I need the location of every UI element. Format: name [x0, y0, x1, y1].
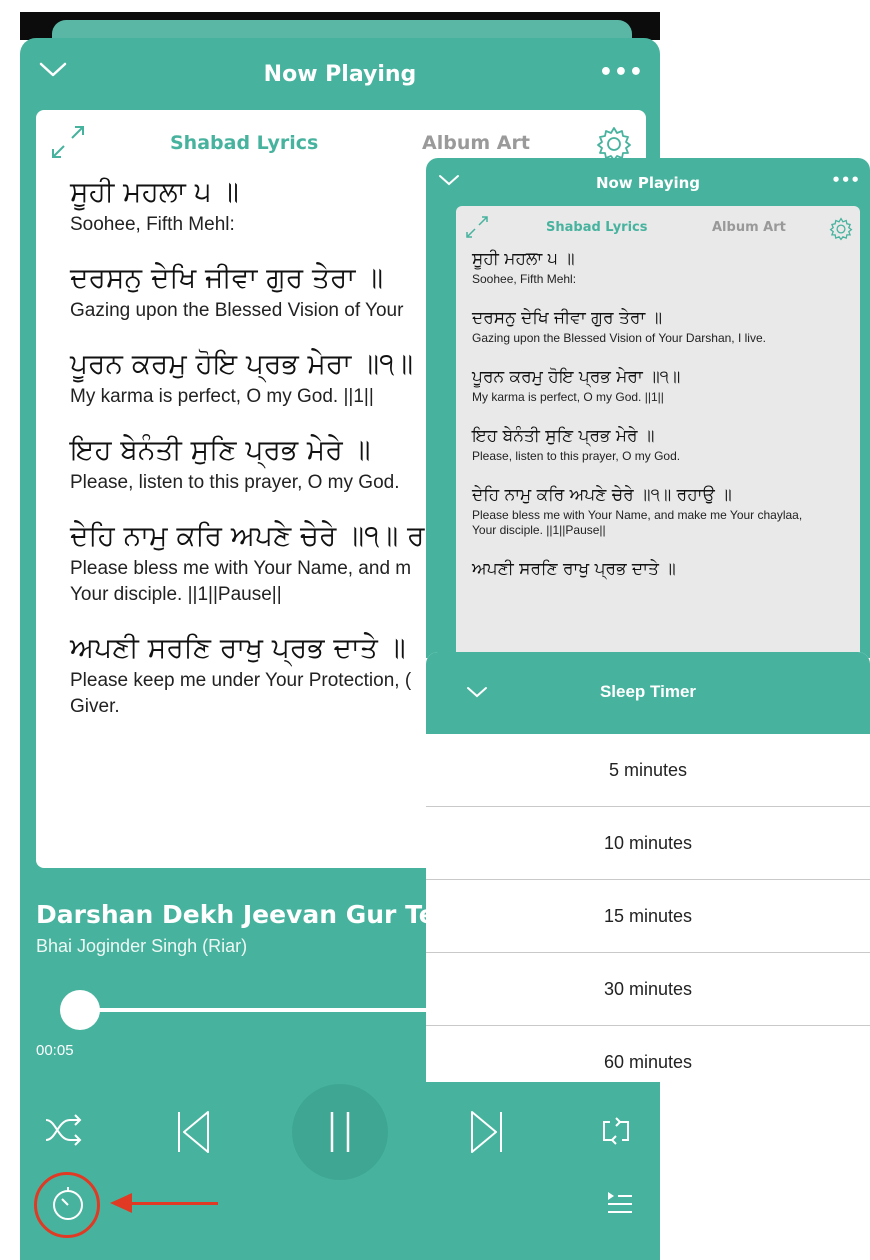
lyrics-card: Shabad Lyrics Album Art ਸੂਹੀ ਮਹਲਾ ੫ ॥ So… [456, 206, 860, 658]
lyrics-list: ਸੂਹੀ ਮਹਲਾ ੫ ॥ Soohee, Fifth Mehl: ਦਰਸਨੁ … [472, 246, 852, 582]
tab-shabad-lyrics[interactable]: Shabad Lyrics [170, 132, 318, 154]
page-title: Now Playing [263, 62, 417, 87]
sleep-option-5[interactable]: 5 minutes [426, 734, 870, 807]
arrow-icon [130, 1202, 218, 1205]
translation-line: Gazing upon the Blessed Vision of Your D… [472, 331, 766, 345]
gurmukhi-line: ਇਹ ਬੇਨੰਤੀ ਸੁਣਿ ਪ੍ਰਭ ਮੇਰੇ ॥ [472, 426, 655, 446]
page-title: Now Playing [595, 174, 701, 192]
tab-album-art[interactable]: Album Art [712, 220, 786, 235]
track-artist: Bhai Joginder Singh (Riar) [36, 936, 248, 956]
repeat-icon[interactable] [600, 1116, 632, 1150]
previous-icon[interactable] [176, 1110, 210, 1158]
expand-icon[interactable] [462, 212, 492, 246]
sleep-timer-options: 5 minutes 10 minutes 15 minutes 30 minut… [426, 734, 870, 1082]
expand-icon[interactable] [46, 120, 90, 168]
gurmukhi-line: ਦੇਹਿ ਨਾਮੁ ਕਰਿ ਅਪਣੇ ਚੇਰੇ ॥੧॥ ਰਹਾਉ ॥ [472, 485, 732, 505]
blank-area [660, 1082, 870, 1260]
gurmukhi-line: ਦਰਸਨੁ ਦੇਖਿ ਜੀਵਾ ਗੁਰ ਤੇਰਾ ॥ [472, 308, 663, 328]
translation-line: Soohee, Fifth Mehl: [472, 272, 577, 286]
translation-line: My karma is perfect, O my God. ||1|| [472, 390, 664, 404]
sleep-option-15[interactable]: 15 minutes [426, 880, 870, 953]
gurmukhi-line: ਸੂਹੀ ਮਹਲਾ ੫ ॥ [472, 249, 575, 269]
sleep-option-60[interactable]: 60 minutes [426, 1026, 870, 1082]
gear-icon[interactable] [828, 216, 854, 246]
pause-button[interactable] [292, 1084, 388, 1180]
sleep-timer-title: Sleep Timer [599, 682, 697, 701]
tab-shabad-lyrics[interactable]: Shabad Lyrics [546, 220, 648, 235]
tab-album-art[interactable]: Album Art [422, 132, 530, 154]
more-icon[interactable]: ••• [599, 60, 644, 85]
translation-line: Please bless me with Your Name, and make… [472, 508, 803, 537]
elapsed-time: 00:05 [36, 1042, 74, 1059]
queue-icon[interactable] [606, 1190, 634, 1220]
sleep-option-10[interactable]: 10 minutes [426, 807, 870, 880]
sleep-timer-header: Sleep Timer [426, 652, 870, 734]
sleep-option-30[interactable]: 30 minutes [426, 953, 870, 1026]
shuffle-icon[interactable] [44, 1112, 84, 1152]
next-icon[interactable] [470, 1110, 504, 1158]
more-icon[interactable]: ••• [831, 171, 860, 189]
track-title: Darshan Dekh Jeevan Gur Tera [36, 900, 465, 929]
gurmukhi-line: ਅਪਣੀ ਸਰਣਿ ਰਾਖੁ ਪ੍ਰਭ ਦਾਤੇ ॥ [472, 559, 676, 579]
gurmukhi-line: ਪੂਰਨ ਕਰਮੁ ਹੋਇ ਪ੍ਰਭ ਮੇਰਾ ॥੧॥ [472, 367, 681, 387]
arrow-head [110, 1193, 132, 1213]
seek-thumb[interactable] [60, 990, 100, 1030]
inset-now-playing: Now Playing ••• Shabad Lyrics Album Art … [426, 158, 870, 658]
translation-line: Please, listen to this prayer, O my God. [472, 449, 681, 463]
highlight-circle [34, 1172, 100, 1238]
sleep-timer-sheet: Sleep Timer 5 minutes 10 minutes 15 minu… [426, 652, 870, 1082]
pause-icon [328, 1110, 352, 1158]
